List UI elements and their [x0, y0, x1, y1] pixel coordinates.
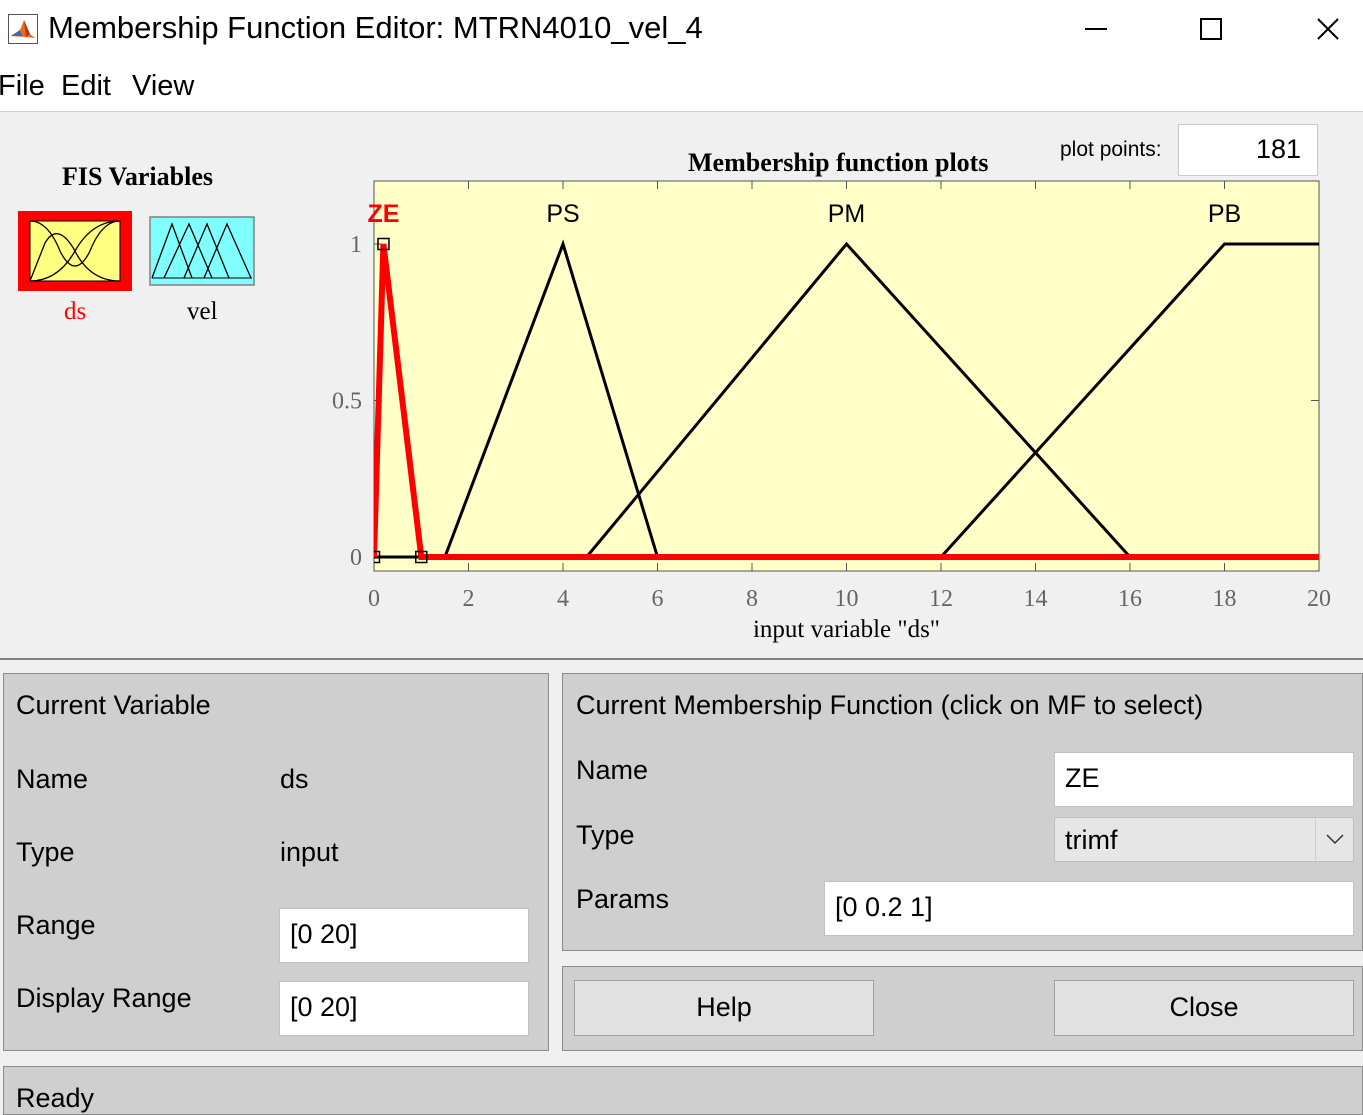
variable-range-label: Range: [16, 910, 96, 940]
mf-label-ze: ZE: [367, 200, 399, 228]
x-tick-label: 0: [368, 586, 380, 612]
mf-type-value: trimf: [1065, 825, 1118, 855]
mf-params-input[interactable]: [0 0.2 1]: [824, 881, 1354, 936]
chevron-down-icon: [1315, 818, 1353, 860]
x-tick-label: 20: [1307, 586, 1331, 612]
x-tick-label: 8: [746, 586, 758, 612]
mf-name-input[interactable]: ZE: [1054, 752, 1354, 807]
variable-name-value: ds: [280, 764, 309, 794]
status-text: Ready: [16, 1083, 95, 1113]
mf-label-pm: PM: [828, 200, 866, 228]
display-range-label: Display Range: [16, 983, 192, 1013]
x-tick-label: 18: [1213, 586, 1237, 612]
mf-name-label: Name: [576, 755, 649, 785]
variable-type-label: Type: [16, 837, 75, 867]
y-tick-label: 0.5: [332, 389, 362, 415]
variable-name-label: Name: [16, 764, 89, 794]
y-tick-label: 1: [350, 232, 362, 258]
y-tick-label: 0: [350, 545, 362, 571]
x-tick-label: 6: [652, 586, 664, 612]
mf-label-ps: PS: [546, 200, 579, 228]
x-tick-label: 14: [1024, 586, 1048, 612]
plot-area: [373, 180, 1320, 572]
mf-params-label: Params: [576, 884, 670, 914]
x-axis-label: input variable "ds": [753, 616, 940, 643]
variable-type-value: input: [280, 837, 339, 867]
display-range-input[interactable]: [0 20]: [279, 981, 529, 1036]
mf-label-pb: PB: [1208, 200, 1241, 228]
x-tick-label: 12: [929, 586, 953, 612]
x-tick-label: 16: [1118, 586, 1142, 612]
close-button[interactable]: Close: [1054, 980, 1354, 1036]
membership-function-plot[interactable]: 0 2 4 6 8 10 12 14 16 18 20 0 0.5 1 input variable "ds…: [0, 0, 1363, 660]
status-bar: Ready: [3, 1066, 1363, 1115]
x-tick-label: 4: [557, 586, 569, 612]
x-tick-label: 2: [463, 586, 475, 612]
mf-type-label: Type: [576, 820, 635, 850]
mf-type-select[interactable]: trimf: [1054, 817, 1354, 862]
current-variable-title: Current Variable: [16, 690, 211, 720]
help-button[interactable]: Help: [574, 980, 874, 1036]
x-tick-label: 10: [835, 586, 859, 612]
variable-range-input[interactable]: [0 20]: [279, 908, 529, 963]
current-mf-title: Current Membership Function (click on MF…: [576, 690, 1204, 720]
